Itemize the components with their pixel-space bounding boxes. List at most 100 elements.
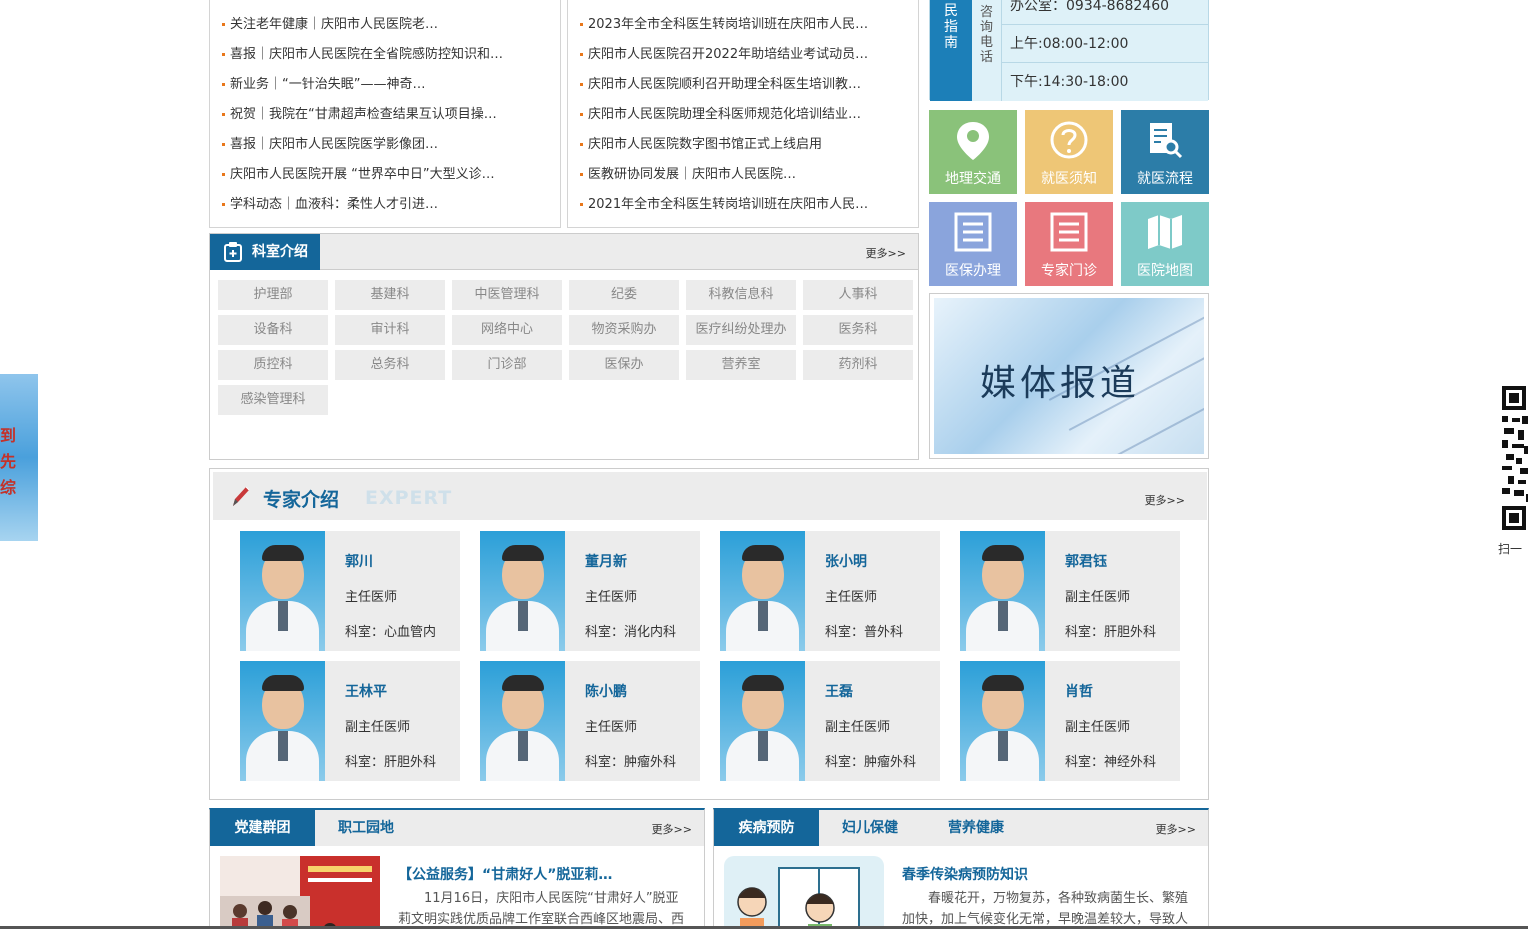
department-item[interactable]: 总务科 <box>335 350 445 380</box>
departments-more-link[interactable]: 更多>> <box>866 245 906 261</box>
guide-title: 民指南 <box>930 0 972 101</box>
expert-photo[interactable] <box>720 661 805 781</box>
department-item[interactable]: 质控科 <box>218 350 328 380</box>
expert-card[interactable]: 郭川 主任医师 科室：心血管内 <box>240 531 460 651</box>
expert-photo[interactable] <box>960 661 1045 781</box>
expert-name[interactable]: 王磊 <box>825 681 853 701</box>
department-item[interactable]: 门诊部 <box>452 350 562 380</box>
news-item[interactable]: 医教研协同发展｜庆阳市人民医院… <box>580 160 918 190</box>
department-item[interactable]: 审计科 <box>335 315 445 345</box>
document-search-icon <box>1150 123 1183 159</box>
news-item[interactable]: 庆阳市人民医院顺利召开助理全科医生培训教… <box>580 70 918 100</box>
experts-more-link[interactable]: 更多>> <box>1145 492 1185 508</box>
tile-3[interactable]: 就医流程 <box>1121 110 1209 194</box>
expert-dept: 科室：消化内科 <box>585 625 677 640</box>
expert-title: 主任医师 <box>345 590 398 605</box>
party-article-text: 11月16日，庆阳市人民医院“甘肃好人”脱亚莉文明实践优质品牌工作室联合西峰区地… <box>398 891 685 927</box>
news-item[interactable]: 庆阳市人民医院召开2023年度奖惩、选修工作… <box>580 0 918 10</box>
news-item[interactable]: 庆阳市人民医院开展 “世界卒中日”大型义诊… <box>222 160 560 190</box>
news-item[interactable]: 学科动态｜血液科：柔性人才引进… <box>222 190 560 220</box>
health-article-image[interactable] <box>724 856 884 929</box>
expert-card[interactable]: 王林平 副主任医师 科室：肝胆外科 <box>240 661 460 781</box>
tab-nutrition[interactable]: 营养健康 <box>948 810 1004 846</box>
qr-code-icon[interactable] <box>1500 384 1528 532</box>
expert-title: 副主任医师 <box>1065 720 1131 735</box>
news-item[interactable]: 庆阳市人民医院助理全科医师规范化培训结业… <box>580 100 918 130</box>
department-item[interactable]: 人事科 <box>803 280 913 310</box>
party-article-title[interactable]: 【公益服务】“甘肃好人”脱亚莉… <box>398 864 612 884</box>
expert-photo[interactable] <box>960 531 1045 651</box>
news-item[interactable]: 祝贺｜我院在“甘肃超声检查结果互认项目操… <box>222 100 560 130</box>
expert-card[interactable]: 董月新 主任医师 科室：消化内科 <box>480 531 700 651</box>
department-item[interactable]: 药剂科 <box>803 350 913 380</box>
qr-label: 扫一 <box>1498 542 1523 556</box>
expert-card[interactable]: 陈小鹏 主任医师 科室：肿瘤外科 <box>480 661 700 781</box>
health-more-link[interactable]: 更多>> <box>1156 821 1196 837</box>
department-item[interactable]: 感染管理科 <box>218 385 328 415</box>
expert-name[interactable]: 郭君钰 <box>1065 551 1107 571</box>
tile-2[interactable]: 就医须知 <box>1025 110 1113 194</box>
expert-photo[interactable] <box>720 531 805 651</box>
party-article-image[interactable] <box>220 856 380 929</box>
department-item[interactable]: 网络中心 <box>452 315 562 345</box>
expert-photo[interactable] <box>480 531 565 651</box>
department-item[interactable]: 物资采购办 <box>569 315 679 345</box>
news-item[interactable]: 新业务｜“一针治失眠”——神奇… <box>222 70 560 100</box>
department-item[interactable]: 医务科 <box>803 315 913 345</box>
expert-name[interactable]: 肖哲 <box>1065 681 1093 701</box>
experts-title-en: EXPERT <box>365 487 453 509</box>
news-left-panel: 医疗技术突破｜庆阳市人民医院常…关注老年健康｜庆阳市人民医院老…喜报｜庆阳市人民… <box>209 0 561 228</box>
expert-photo[interactable] <box>240 661 325 781</box>
departments-tab[interactable]: 科室介绍 <box>210 234 320 270</box>
health-article-title[interactable]: 春季传染病预防知识 <box>902 864 1028 884</box>
department-item[interactable]: 设备科 <box>218 315 328 345</box>
photo-tie <box>518 731 528 761</box>
photo-hair <box>742 675 784 691</box>
department-item[interactable]: 中医管理科 <box>452 280 562 310</box>
department-item[interactable]: 基建科 <box>335 280 445 310</box>
left-float-banner[interactable]: 到 先 综 <box>0 374 38 541</box>
news-item[interactable]: 喜报｜庆阳市人民医院医学影像团… <box>222 130 560 160</box>
party-more-link[interactable]: 更多>> <box>652 821 692 837</box>
expert-card[interactable]: 肖哲 副主任医师 科室：神经外科 <box>960 661 1180 781</box>
tab-staff[interactable]: 职工园地 <box>338 810 394 846</box>
departments-title: 科室介绍 <box>252 244 308 260</box>
expert-title: 主任医师 <box>825 590 878 605</box>
expert-name[interactable]: 王林平 <box>345 681 387 701</box>
expert-dept: 科室：普外科 <box>825 625 904 640</box>
tile-1[interactable]: 地理交通 <box>929 110 1017 194</box>
tile-label: 专家门诊 <box>1041 263 1097 279</box>
guide-box: 民指南 咨询电话 办公室：0934-8682460 上午:08:00-12:00… <box>929 0 1209 101</box>
expert-card[interactable]: 郭君钰 副主任医师 科室：肝胆外科 <box>960 531 1180 651</box>
expert-name[interactable]: 董月新 <box>585 551 627 571</box>
tab-disease-prevention[interactable]: 疾病预防 <box>714 810 819 846</box>
tile-4[interactable]: 医保办理 <box>929 202 1017 286</box>
department-item[interactable]: 营养室 <box>686 350 796 380</box>
expert-photo[interactable] <box>480 661 565 781</box>
expert-name[interactable]: 郭川 <box>345 551 373 571</box>
news-item[interactable]: 医疗技术突破｜庆阳市人民医院常… <box>222 0 560 10</box>
expert-card[interactable]: 王磊 副主任医师 科室：肿瘤外科 <box>720 661 940 781</box>
news-item[interactable]: 2023年全市全科医生转岗培训班在庆阳市人民… <box>580 10 918 40</box>
news-item[interactable]: 喜报｜庆阳市人民医院在全省院感防控知识和… <box>222 40 560 70</box>
news-item[interactable]: 庆阳市人民医院召开2022年助培结业考试动员… <box>580 40 918 70</box>
department-item[interactable]: 纪委 <box>569 280 679 310</box>
tile-6[interactable]: 医院地图 <box>1121 202 1209 286</box>
photo-tie <box>998 601 1008 631</box>
tab-maternal-child[interactable]: 妇儿保健 <box>842 810 898 846</box>
department-item[interactable]: 医疗纠纷处理办 <box>686 315 796 345</box>
department-item[interactable]: 护理部 <box>218 280 328 310</box>
news-item[interactable]: 关注老年健康｜庆阳市人民医院老… <box>222 10 560 40</box>
expert-name[interactable]: 陈小鹏 <box>585 681 627 701</box>
expert-photo[interactable] <box>240 531 325 651</box>
tab-party[interactable]: 党建群团 <box>210 810 315 846</box>
list-icon <box>1050 212 1088 252</box>
media-report-banner[interactable]: 媒体报道 <box>929 293 1209 459</box>
news-item[interactable]: 2021年全市全科医生转岗培训班在庆阳市人民… <box>580 190 918 220</box>
expert-name[interactable]: 张小明 <box>825 551 867 571</box>
department-item[interactable]: 科教信息科 <box>686 280 796 310</box>
expert-card[interactable]: 张小明主任医师科室：普外科 <box>720 531 940 651</box>
news-item[interactable]: 庆阳市人民医院数字图书馆正式上线启用 <box>580 130 918 160</box>
department-item[interactable]: 医保办 <box>569 350 679 380</box>
tile-5[interactable]: 专家门诊 <box>1025 202 1113 286</box>
